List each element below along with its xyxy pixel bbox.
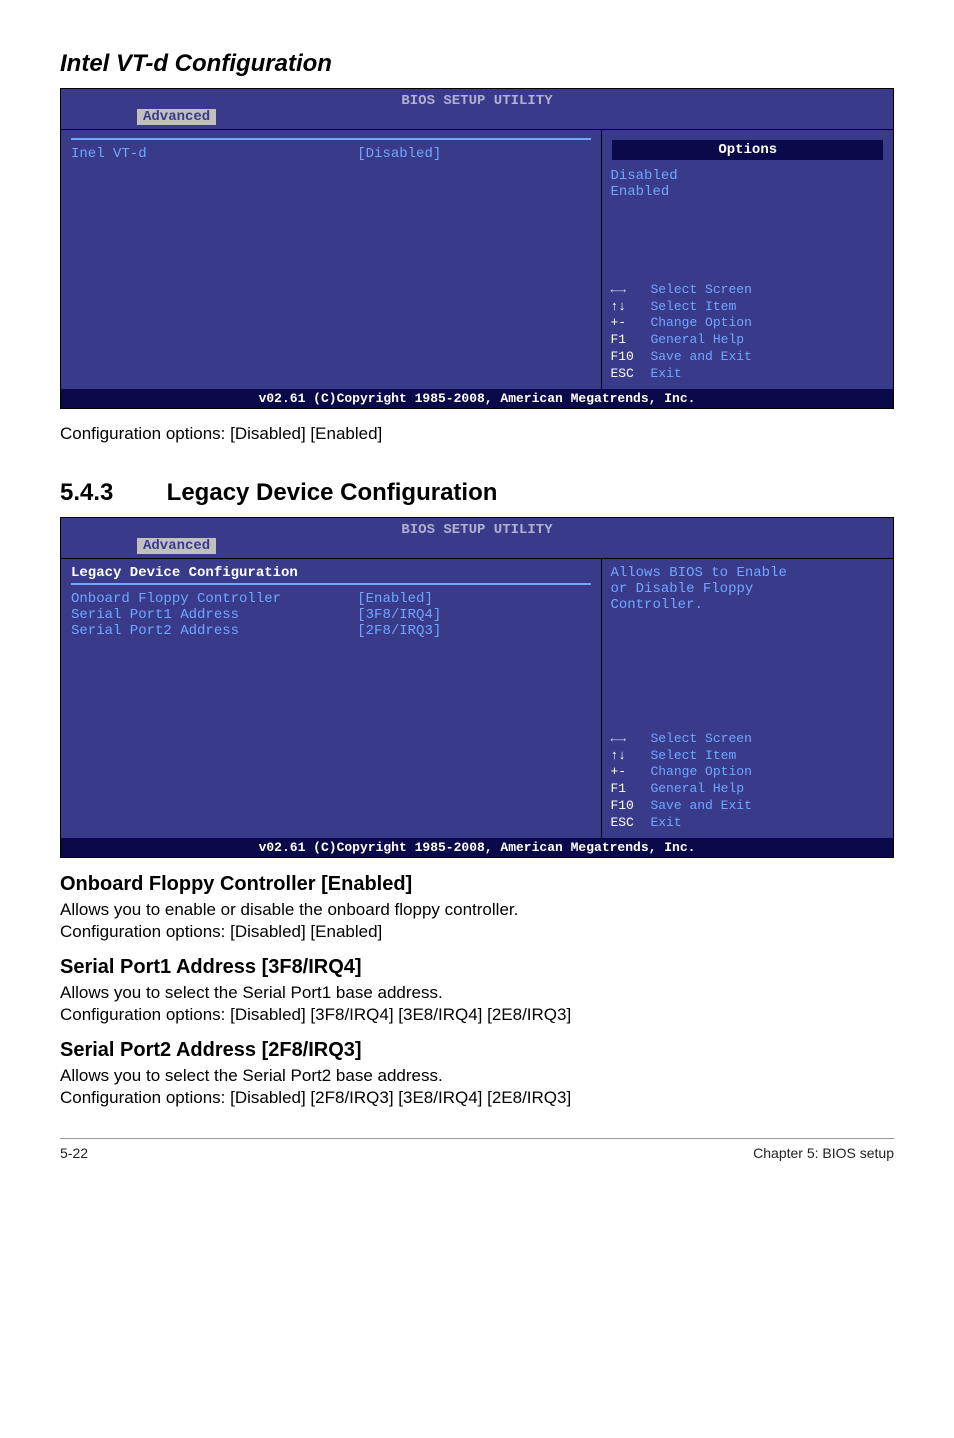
section-vt-d-title: Intel VT-d Configuration: [60, 50, 894, 78]
setting-label-floppy: Onboard Floppy Controller: [71, 591, 357, 607]
sub-serial2-desc1: Allows you to select the Serial Port2 ba…: [60, 1066, 894, 1086]
nav-key-pm: +-: [610, 764, 650, 781]
nav-key-esc: ESC: [610, 815, 650, 832]
nav-change-option: Change Option: [650, 764, 751, 781]
page-number: 5-22: [60, 1145, 88, 1161]
nav-key-lr: ←→: [610, 731, 650, 748]
nav-select-screen: Select Screen: [650, 282, 751, 299]
panel-heading-legacy: Legacy Device Configuration: [71, 565, 591, 581]
bios-screen-legacy: BIOS SETUP UTILITY Advanced Legacy Devic…: [60, 517, 894, 858]
bios-footer: v02.61 (C)Copyright 1985-2008, American …: [61, 838, 893, 857]
setting-label-vt-d: Inel VT-d: [71, 146, 357, 162]
nav-select-screen: Select Screen: [650, 731, 751, 748]
nav-save-exit: Save and Exit: [650, 798, 751, 815]
tab-advanced[interactable]: Advanced: [137, 538, 216, 554]
bios-left-panel: Legacy Device Configuration Onboard Flop…: [61, 558, 602, 838]
sub-serial1-desc1: Allows you to select the Serial Port1 ba…: [60, 983, 894, 1003]
nav-general-help: General Help: [650, 781, 744, 798]
setting-value-serial2[interactable]: [2F8/IRQ3]: [357, 623, 591, 639]
bios-left-panel: Inel VT-d [Disabled]: [61, 129, 602, 389]
nav-key-f1: F1: [610, 781, 650, 798]
nav-key-ud: ↑↓: [610, 748, 650, 765]
nav-general-help: General Help: [650, 332, 744, 349]
nav-exit: Exit: [650, 366, 681, 383]
bios-right-panel: Allows BIOS to Enable or Disable Floppy …: [602, 558, 893, 838]
bios-header: BIOS SETUP UTILITY: [61, 89, 893, 109]
bios-right-panel: Options Disabled Enabled ←→Select Screen…: [602, 129, 893, 389]
chapter-label: Chapter 5: BIOS setup: [753, 1145, 894, 1161]
option-enabled[interactable]: Enabled: [610, 184, 885, 200]
vt-d-config-options: Configuration options: [Disabled] [Enabl…: [60, 424, 894, 444]
bios-header: BIOS SETUP UTILITY: [61, 518, 893, 538]
bios-screen-vt-d: BIOS SETUP UTILITY Advanced Inel VT-d [D…: [60, 88, 894, 409]
help-line-3: Controller.: [610, 597, 885, 613]
nav-select-item: Select Item: [650, 299, 736, 316]
nav-save-exit: Save and Exit: [650, 349, 751, 366]
sub-floppy-desc1: Allows you to enable or disable the onbo…: [60, 900, 894, 920]
bios-footer: v02.61 (C)Copyright 1985-2008, American …: [61, 389, 893, 408]
section-legacy-title: 5.4.3 Legacy Device Configuration: [60, 479, 894, 507]
section-name: Legacy Device Configuration: [167, 479, 498, 506]
sub-floppy-desc2: Configuration options: [Disabled] [Enabl…: [60, 922, 894, 942]
help-line-2: or Disable Floppy: [610, 581, 885, 597]
nav-change-option: Change Option: [650, 315, 751, 332]
setting-label-serial2: Serial Port2 Address: [71, 623, 357, 639]
option-disabled[interactable]: Disabled: [610, 168, 885, 184]
nav-exit: Exit: [650, 815, 681, 832]
nav-key-f10: F10: [610, 349, 650, 366]
section-number: 5.4.3: [60, 479, 160, 507]
tab-advanced[interactable]: Advanced: [137, 109, 216, 125]
nav-key-lr: ←→: [610, 282, 650, 299]
setting-value-serial1[interactable]: [3F8/IRQ4]: [357, 607, 591, 623]
sub-serial2-title: Serial Port2 Address [2F8/IRQ3]: [60, 1039, 894, 1062]
nav-key-ud: ↑↓: [610, 299, 650, 316]
setting-value-vt-d[interactable]: [Disabled]: [357, 146, 591, 162]
help-line-1: Allows BIOS to Enable: [610, 565, 885, 581]
bios-tabs: Advanced: [61, 538, 893, 558]
setting-label-serial1: Serial Port1 Address: [71, 607, 357, 623]
nav-help-block: ←→Select Screen ↑↓Select Item +-Change O…: [610, 282, 885, 383]
sub-serial1-title: Serial Port1 Address [3F8/IRQ4]: [60, 956, 894, 979]
sub-serial2-desc2: Configuration options: [Disabled] [2F8/I…: [60, 1088, 894, 1108]
bios-tabs: Advanced: [61, 109, 893, 129]
nav-select-item: Select Item: [650, 748, 736, 765]
nav-key-esc: ESC: [610, 366, 650, 383]
setting-value-floppy[interactable]: [Enabled]: [357, 591, 591, 607]
nav-key-pm: +-: [610, 315, 650, 332]
nav-key-f10: F10: [610, 798, 650, 815]
page-footer: 5-22 Chapter 5: BIOS setup: [60, 1138, 894, 1161]
nav-help-block: ←→Select Screen ↑↓Select Item +-Change O…: [610, 731, 885, 832]
sub-floppy-title: Onboard Floppy Controller [Enabled]: [60, 873, 894, 896]
options-title: Options: [612, 140, 883, 160]
nav-key-f1: F1: [610, 332, 650, 349]
sub-serial1-desc2: Configuration options: [Disabled] [3F8/I…: [60, 1005, 894, 1025]
